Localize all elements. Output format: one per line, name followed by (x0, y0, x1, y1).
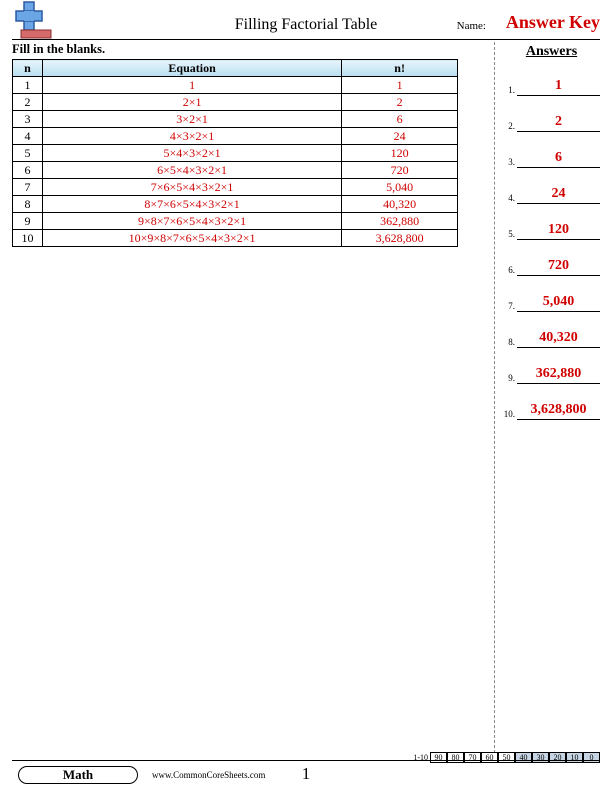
cell-nfact: 120 (342, 145, 458, 162)
answer-number: 9. (503, 373, 517, 384)
answer-value: 2 (517, 114, 600, 132)
cell-n: 8 (13, 196, 43, 213)
answer-value: 6 (517, 150, 600, 168)
cell-nfact: 40,320 (342, 196, 458, 213)
answer-row: 2.2 (503, 110, 600, 132)
cell-equation: 5×4×3×2×1 (42, 145, 341, 162)
score-cell: 20 (549, 752, 566, 763)
col-header-nfact: n! (342, 60, 458, 77)
cell-n: 1 (13, 77, 43, 94)
score-strip: 1-10 90 80 70 60 50 40 30 20 10 0 (413, 752, 600, 763)
answer-row: 3.6 (503, 146, 600, 168)
table-row: 77×6×5×4×3×2×15,040 (13, 179, 458, 196)
answer-value: 362,880 (517, 366, 600, 384)
cell-equation: 8×7×6×5×4×3×2×1 (42, 196, 341, 213)
col-header-equation: Equation (42, 60, 341, 77)
score-cell: 90 (430, 752, 447, 763)
cell-n: 7 (13, 179, 43, 196)
cell-n: 10 (13, 230, 43, 247)
answer-row: 5.120 (503, 218, 600, 240)
name-label: Name: (457, 20, 486, 32)
answer-value: 3,628,800 (517, 402, 600, 420)
cell-equation: 3×2×1 (42, 111, 341, 128)
score-cell: 40 (515, 752, 532, 763)
cell-nfact: 362,880 (342, 213, 458, 230)
answer-number: 7. (503, 301, 517, 312)
answer-number: 1. (503, 85, 517, 96)
worksheet-footer: 1-10 90 80 70 60 50 40 30 20 10 0 Math w… (12, 760, 600, 786)
answer-key-label: Answer Key (506, 12, 600, 33)
answer-number: 8. (503, 337, 517, 348)
answers-heading: Answers (503, 44, 600, 60)
cell-equation: 1 (42, 77, 341, 94)
answer-row: 7.5,040 (503, 290, 600, 312)
cell-equation: 7×6×5×4×3×2×1 (42, 179, 341, 196)
cell-equation: 9×8×7×6×5×4×3×2×1 (42, 213, 341, 230)
answer-value: 1 (517, 78, 600, 96)
cell-nfact: 1 (342, 77, 458, 94)
answer-value: 40,320 (517, 330, 600, 348)
cell-n: 6 (13, 162, 43, 179)
cell-nfact: 6 (342, 111, 458, 128)
cell-n: 9 (13, 213, 43, 230)
page-number: 1 (12, 764, 600, 784)
table-row: 55×4×3×2×1120 (13, 145, 458, 162)
table-row: 1010×9×8×7×6×5×4×3×2×13,628,800 (13, 230, 458, 247)
table-row: 44×3×2×124 (13, 128, 458, 145)
cell-n: 2 (13, 94, 43, 111)
cell-nfact: 24 (342, 128, 458, 145)
score-cell: 60 (481, 752, 498, 763)
cell-n: 4 (13, 128, 43, 145)
answer-row: 10.3,628,800 (503, 398, 600, 420)
cell-equation: 6×5×4×3×2×1 (42, 162, 341, 179)
answer-number: 4. (503, 193, 517, 204)
instructions-text: Fill in the blanks. (12, 42, 494, 57)
main-content: Fill in the blanks. n Equation n! 111 22… (12, 42, 494, 758)
cell-nfact: 3,628,800 (342, 230, 458, 247)
footer-divider (12, 760, 600, 761)
score-cell: 30 (532, 752, 549, 763)
score-cell: 0 (583, 752, 600, 763)
table-row: 33×2×16 (13, 111, 458, 128)
answer-row: 4.24 (503, 182, 600, 204)
answer-value: 24 (517, 186, 600, 204)
answer-number: 5. (503, 229, 517, 240)
cell-equation: 10×9×8×7×6×5×4×3×2×1 (42, 230, 341, 247)
table-row: 22×12 (13, 94, 458, 111)
cell-n: 3 (13, 111, 43, 128)
answer-value: 720 (517, 258, 600, 276)
table-row: 111 (13, 77, 458, 94)
table-row: 66×5×4×3×2×1720 (13, 162, 458, 179)
answer-value: 120 (517, 222, 600, 240)
answer-number: 10. (503, 409, 517, 420)
cell-n: 5 (13, 145, 43, 162)
cell-nfact: 5,040 (342, 179, 458, 196)
answer-value: 5,040 (517, 294, 600, 312)
score-cell: 80 (447, 752, 464, 763)
worksheet-header: Filling Factorial Table Name: Answer Key (0, 0, 612, 40)
answer-row: 8.40,320 (503, 326, 600, 348)
answer-row: 6.720 (503, 254, 600, 276)
factorial-table: n Equation n! 111 22×12 33×2×16 44×3×2×1… (12, 59, 458, 247)
answer-number: 2. (503, 121, 517, 132)
col-header-n: n (13, 60, 43, 77)
table-row: 99×8×7×6×5×4×3×2×1362,880 (13, 213, 458, 230)
answers-panel: Answers 1.1 2.2 3.6 4.24 5.120 6.720 7.5… (494, 42, 600, 758)
header-divider (12, 39, 600, 40)
score-cell: 50 (498, 752, 515, 763)
cell-nfact: 2 (342, 94, 458, 111)
answer-number: 3. (503, 157, 517, 168)
score-cell: 10 (566, 752, 583, 763)
cell-nfact: 720 (342, 162, 458, 179)
answer-number: 6. (503, 265, 517, 276)
cell-equation: 4×3×2×1 (42, 128, 341, 145)
table-row: 88×7×6×5×4×3×2×140,320 (13, 196, 458, 213)
score-cell: 70 (464, 752, 481, 763)
cell-equation: 2×1 (42, 94, 341, 111)
answer-row: 9.362,880 (503, 362, 600, 384)
answer-row: 1.1 (503, 74, 600, 96)
